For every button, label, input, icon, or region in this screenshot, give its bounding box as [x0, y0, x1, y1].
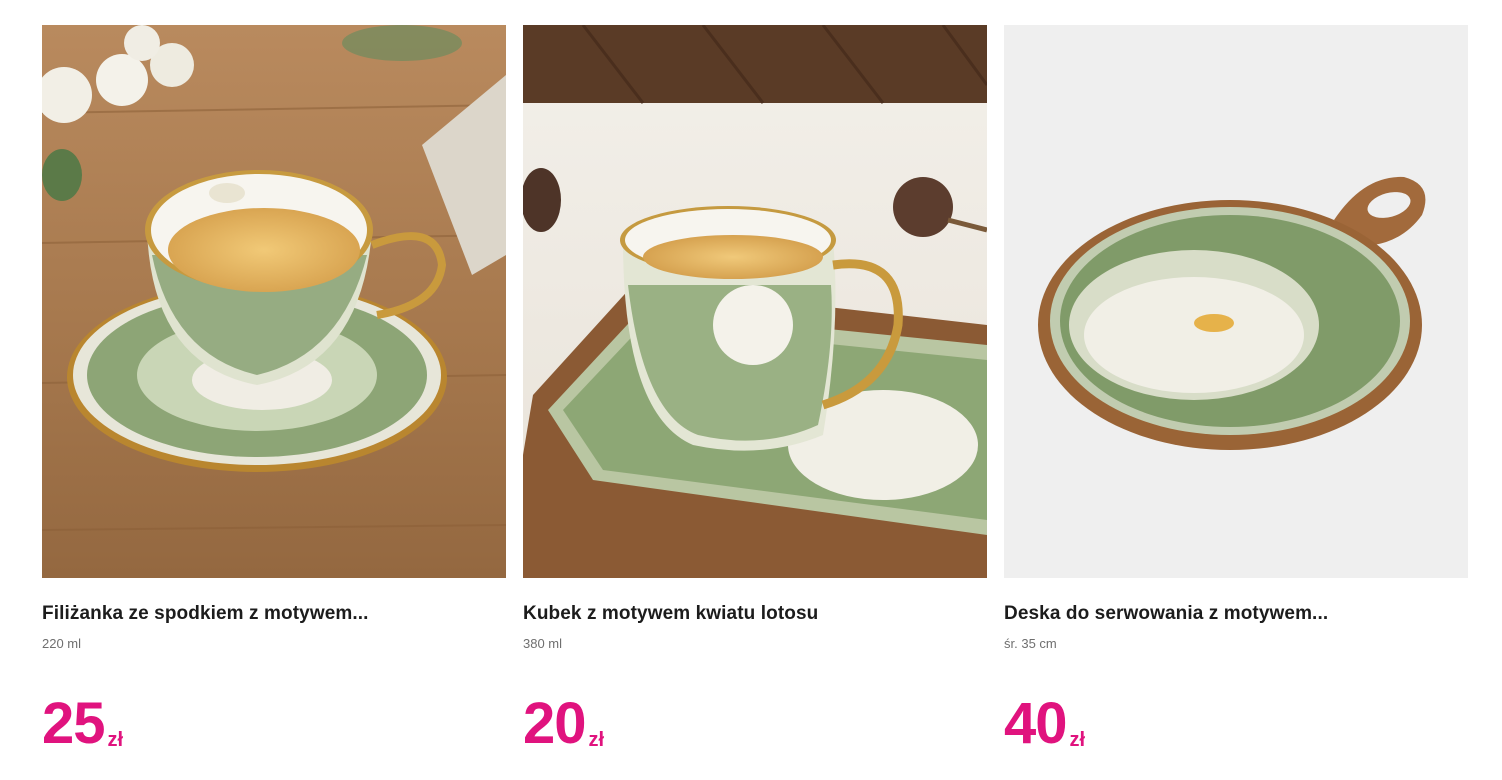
product-title[interactable]: Kubek z motywem kwiatu lotosu	[523, 601, 987, 627]
product-card[interactable]: Deska do serwowania z motywem... śr. 35 …	[1004, 25, 1468, 756]
product-title[interactable]: Deska do serwowania z motywem...	[1004, 601, 1468, 627]
product-title[interactable]: Filiżanka ze spodkiem z motywem...	[42, 601, 506, 627]
price-value: 20	[523, 691, 587, 756]
price-currency: zł	[588, 729, 605, 751]
price-value: 40	[1004, 691, 1068, 756]
product-detail: 380 ml	[523, 636, 563, 651]
product-image[interactable]	[523, 25, 987, 578]
mug-on-tray-photo	[523, 25, 987, 578]
product-grid: Filiżanka ze spodkiem z motywem... 220 m…	[42, 25, 1468, 756]
product-card[interactable]: Filiżanka ze spodkiem z motywem... 220 m…	[42, 25, 506, 756]
teacup-with-saucer-photo	[42, 25, 506, 578]
product-price: 25 zł	[42, 691, 506, 756]
price-currency: zł	[107, 729, 124, 751]
product-card[interactable]: Kubek z motywem kwiatu lotosu 380 ml 20 …	[523, 25, 987, 756]
product-image[interactable]	[1004, 25, 1468, 578]
product-image[interactable]	[42, 25, 506, 578]
serving-board-photo	[1004, 25, 1468, 578]
price-currency: zł	[1069, 729, 1086, 751]
price-value: 25	[42, 691, 106, 756]
product-price: 40 zł	[1004, 691, 1468, 756]
product-detail: śr. 35 cm	[1004, 636, 1057, 651]
product-detail: 220 ml	[42, 636, 82, 651]
product-price: 20 zł	[523, 691, 987, 756]
